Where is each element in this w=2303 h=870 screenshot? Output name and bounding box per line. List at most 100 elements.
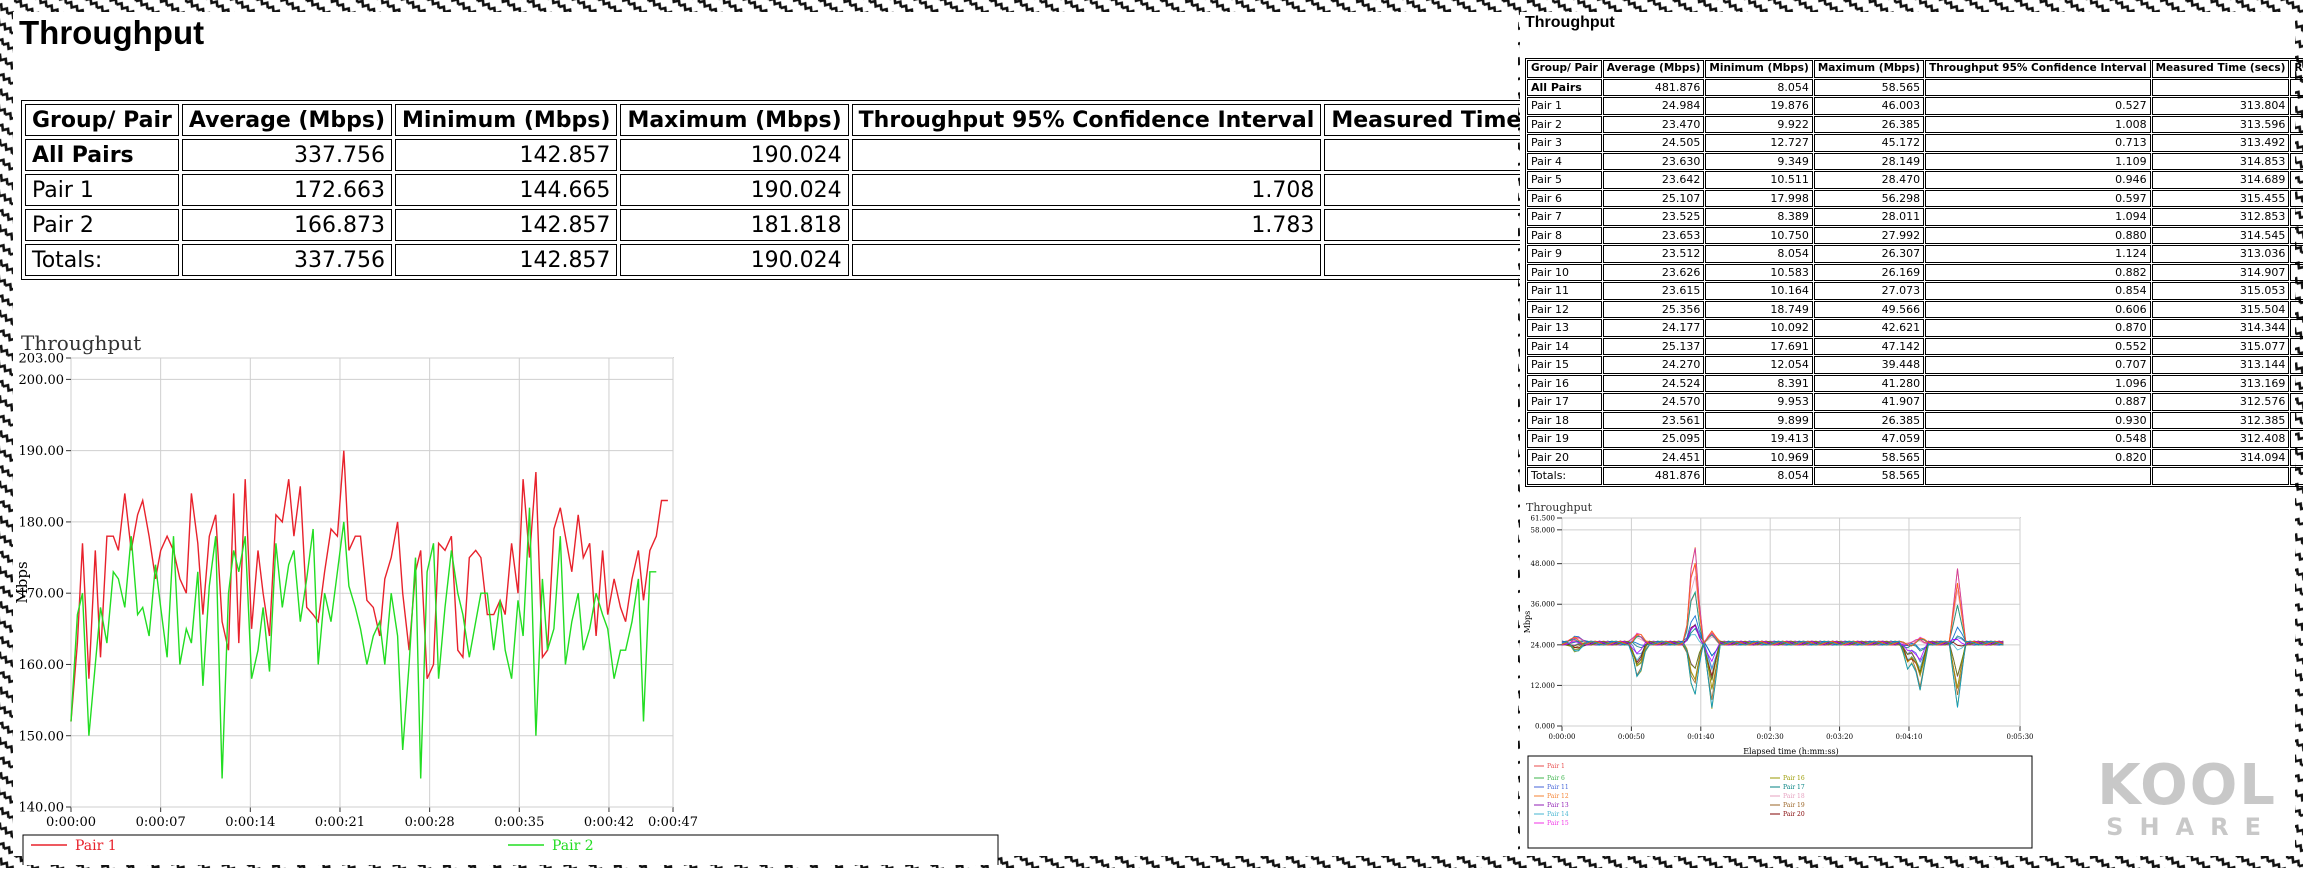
pairs-table-cell: 24.524 [1602,374,1705,392]
multi-pair-throughput-chart-svg: Throughput 0:00:00 0:00:50 0:01:40 0:02:30 0:… [1523,501,2034,849]
pairs-table-cell: 41.280 [1813,374,1925,392]
pairs-table-row: Pair 1023.62610.58326.1690.882314.9073.7… [1527,263,2303,281]
pairs-table-cell: 24.270 [1602,356,1705,374]
pairs-table-cell: 0.870 [1925,319,2151,337]
pairs-table-cell: 25.107 [1602,189,1705,207]
pairs-table-cell: 312.385 [2151,411,2290,429]
pairs-row-label: Pair 14 [1527,337,1602,355]
x-tick-label: 0:00:35 [494,815,544,830]
y-tick-label: 12.000 [1531,682,1556,690]
pairs-table-cell: 25.095 [1602,430,1705,448]
pairs-table-cell: 2.108 [2290,97,2303,115]
pairs-table-row: Pair 723.5258.38928.0111.094312.8534.649 [1527,208,2303,226]
y-tick-label: 200.00 [19,373,65,388]
pairs-table-cell: 41.907 [1813,393,1925,411]
left-report-panel: Throughput Group/ Pair Average (Mbps) Mini… [13,12,1855,869]
summary-table-cell: 142.857 [395,139,618,171]
pairs-table-cell: 10.164 [1705,282,1813,300]
pairs-table-cell: 4.649 [2290,208,2303,226]
pairs-table-cell: 18.749 [1705,300,1813,318]
pairs-table-cell: 312.576 [2151,393,2290,411]
chart-title: Throughput [1526,501,1593,514]
pairs-table-cell: 0.527 [1925,97,2151,115]
pairs-table-cell: 27.992 [1813,226,1925,244]
legend-label: Pair 2 [552,838,594,854]
x-tick-label: 0:00:47 [648,815,698,830]
legend-label: Pair 11 [1547,784,1569,791]
pairs-table-row: Pair 523.64210.51128.4700.946314.6894.00… [1527,171,2303,189]
pairs-table-cell: 25.137 [1602,337,1705,355]
legend-label: Pair 6 [1547,775,1565,782]
summary-table-cell: 172.663 [181,174,393,206]
throughput-chart-svg: Throughput0:00:00 0:00:07 0:00:14 0:00:21 0:… [13,331,999,869]
pairs-table-cell: 47.059 [1813,430,1925,448]
pairs-table-cell: 8.054 [1705,78,1813,96]
summary-row-label: Pair 2 [25,209,179,241]
pairs-row-label: Pair 17 [1527,393,1602,411]
pairs-table-cell: 2.909 [2290,134,2303,152]
pairs-table-cell: 10.969 [1705,448,1813,466]
pairs-table-cell: 3.612 [2290,393,2303,411]
watermark-sub: SHARE [2106,813,2277,841]
pairs-table-cell: 1.109 [1925,152,2151,170]
summary-header-cell: Group/ Pair [25,104,179,136]
pairs-table-cell: 313.169 [2151,374,2290,392]
summary-table-cell: 1.708 [851,174,1322,206]
pairs-table-cell: 3.731 [2290,263,2303,281]
pairs-table-cell: 1.094 [1925,208,2151,226]
pairs-table-cell [2290,467,2303,485]
pairs-row-label: Pair 6 [1527,189,1602,207]
pairs-table-cell [1925,78,2151,96]
y-tick-label: 48.000 [1531,560,1556,568]
pairs-table-cell: 26.169 [1813,263,1925,281]
pairs-header-cell: Measured Time (secs) [2151,60,2290,78]
pairs-table-cell: 481.876 [1602,78,1705,96]
legend-label: Pair 13 [1547,802,1569,809]
summary-table-cell: 190.024 [620,174,849,206]
pairs-table-cell: 3.600 [2290,319,2303,337]
pairs-table-cell: 0.707 [1925,356,2151,374]
pairs-table-row: Pair 423.6309.34928.1491.109314.8534.692 [1527,152,2303,170]
pairs-table-cell: 23.561 [1602,411,1705,429]
pairs-row-label: Pair 1 [1527,97,1602,115]
x-tick-label: 0:00:28 [405,815,455,830]
summary-header-cell: Throughput 95% Confidence Interval [851,104,1322,136]
pairs-table-cell: 9.349 [1705,152,1813,170]
pairs-header-cell: Average (Mbps) [1602,60,1705,78]
y-tick-label: 0.000 [1535,722,1555,730]
pairs-table-cell: 28.011 [1813,208,1925,226]
legend-label: Pair 12 [1547,793,1569,800]
pairs-table-row: Pair 124.98419.87646.0030.527313.8042.10… [1527,97,2303,115]
summary-row-label: Totals: [25,244,179,276]
watermark-brand: KOOL [2097,753,2277,818]
summary-table-cell: 337.756 [181,244,393,276]
pairs-row-label: Pair 20 [1527,448,1602,466]
plot-area [70,357,674,808]
pairs-table-row: Pair 1724.5709.95341.9070.887312.5763.61… [1527,393,2303,411]
pairs-table-cell: 26.385 [1813,115,1925,133]
pairs-row-label: Pair 18 [1527,411,1602,429]
pairs-table-cell: 314.094 [2151,448,2290,466]
pairs-table-cell: 315.077 [2151,337,2290,355]
summary-table-cell: 142.857 [395,209,618,241]
y-tick-label: 140.00 [19,801,65,816]
pairs-table-cell: 23.653 [1602,226,1705,244]
pairs-table-row: Pair 1123.61510.16427.0730.854315.0533.6… [1527,282,2303,300]
pairs-table-row: All Pairs 481.876 8.054 58.565 [1527,78,2303,96]
pairs-table-cell: 17.691 [1705,337,1813,355]
legend-label: Pair 20 [1783,811,1805,818]
summary-header-cell: Maximum (Mbps) [620,104,849,136]
pairs-table-cell: 3.615 [2290,282,2303,300]
watermark-logo: KOOL SHARE [2097,753,2277,841]
pairs-table-cell: 10.583 [1705,263,1813,281]
pairs-table-cell: 46.003 [1813,97,1925,115]
pairs-table-cell: 0.882 [1925,263,2151,281]
pairs-table-cell: 2.390 [2290,300,2303,318]
y-axis-label: Mbps [1523,611,1532,634]
pairs-table-cell: 2.377 [2290,189,2303,207]
pairs-table-row: Pair 1823.5619.89926.3850.930312.3853.94… [1527,411,2303,429]
pairs-table-cell: 0.597 [1925,189,2151,207]
pairs-row-label: Totals: [1527,467,1602,485]
pairs-table-cell: 8.389 [1705,208,1813,226]
pairs-table-cell: 10.750 [1705,226,1813,244]
